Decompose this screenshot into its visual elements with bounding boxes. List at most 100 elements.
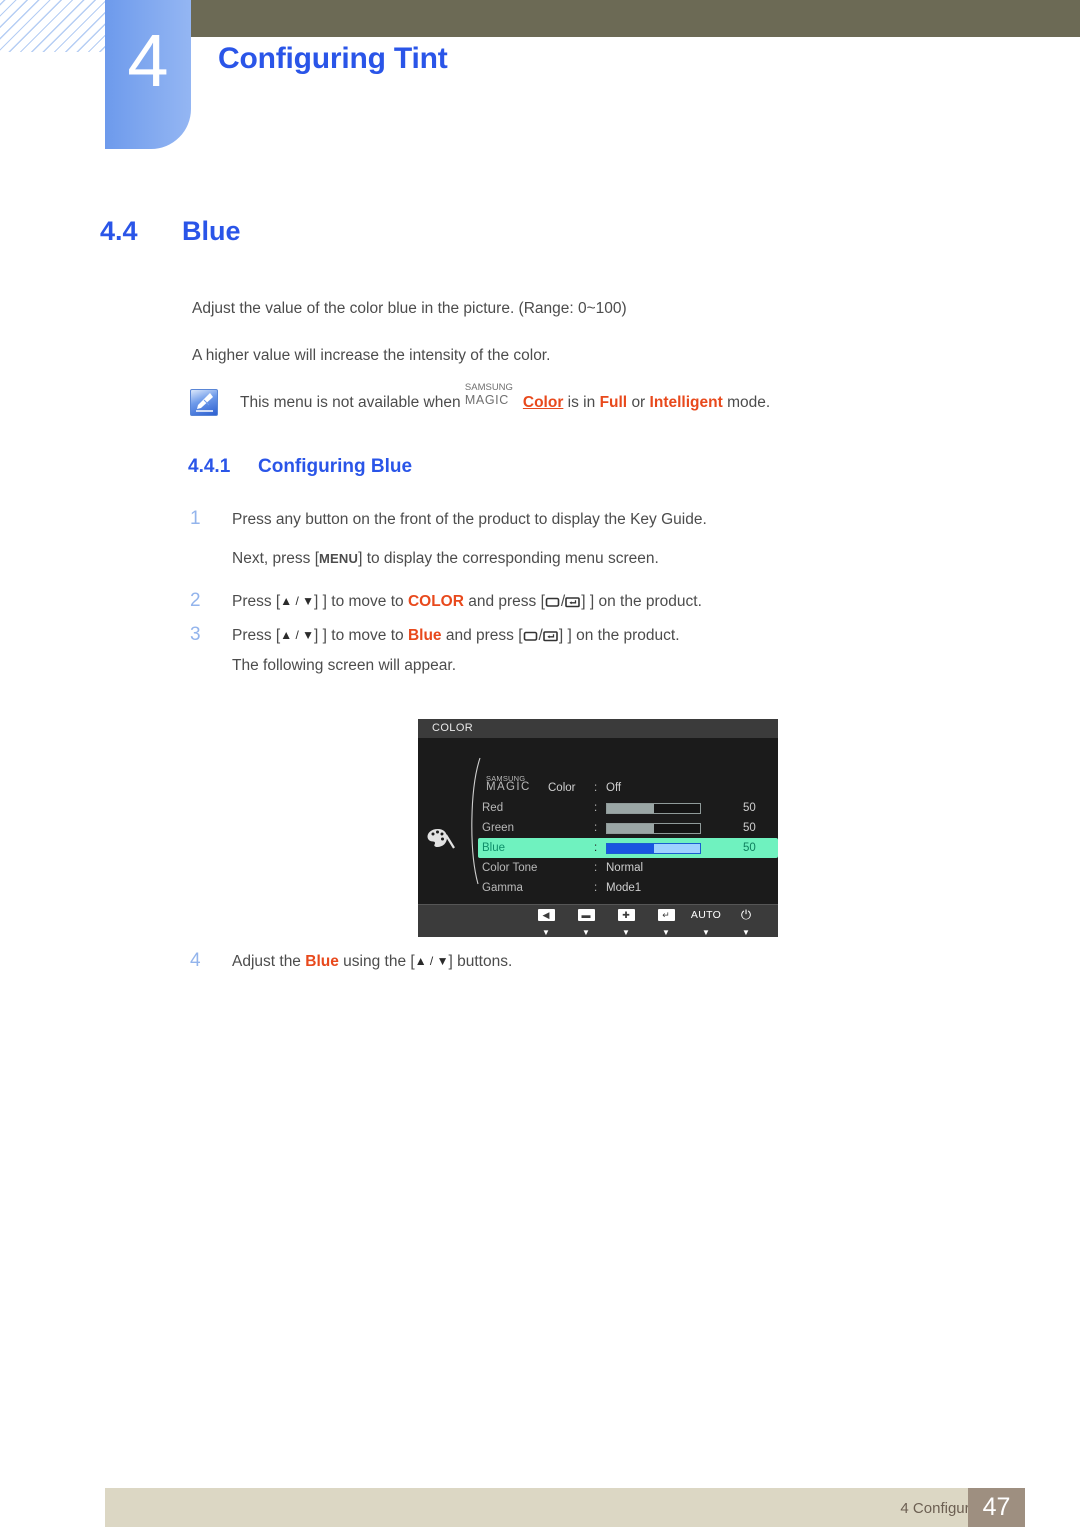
osd-colon: : bbox=[594, 822, 598, 834]
slash-separator: / bbox=[292, 628, 303, 642]
chapter-number: 4 bbox=[127, 19, 169, 102]
step-2-text: Press [▲ / ▼] ] to move to COLOR and pre… bbox=[232, 593, 702, 610]
back-icon: ◀ bbox=[526, 908, 566, 922]
down-triangle-icon: ▼ bbox=[302, 594, 315, 608]
auto-label: AUTO bbox=[690, 909, 722, 921]
osd-gamma-value: Mode1 bbox=[606, 882, 642, 894]
minus-key-box: ▬ bbox=[577, 909, 595, 921]
up-triangle-icon: ▲ bbox=[280, 628, 293, 642]
osd-red-slider-fill bbox=[607, 803, 654, 813]
osd-auto-key[interactable]: AUTO ▼ bbox=[686, 908, 726, 940]
osd-colortone-label: Color Tone bbox=[482, 862, 538, 874]
osd-row-blue[interactable]: Blue : 50 bbox=[478, 838, 778, 858]
down-triangle-icon: ▼ bbox=[436, 954, 449, 968]
magic-logo-osd: SAMSUNG MAGIC Color bbox=[482, 774, 594, 795]
osd-colortone-value: Normal bbox=[606, 862, 644, 874]
osd-blue-value: 50 bbox=[743, 842, 756, 854]
power-icon: ⏻ bbox=[740, 907, 752, 922]
document-page: 4 Configuring Tint 4.4 Blue Adjust the va… bbox=[0, 0, 1080, 1527]
osd-enter-key[interactable]: ↵ ▼ bbox=[646, 908, 686, 940]
hatch-decoration bbox=[0, 0, 112, 52]
slash-separator: / bbox=[292, 594, 303, 608]
menu-key-label: MENU bbox=[319, 551, 359, 566]
step-3-c: and press [ bbox=[445, 627, 523, 644]
plus-icon: ✚ bbox=[606, 908, 646, 922]
key-indicator-arrow: ▼ bbox=[542, 928, 550, 937]
up-triangle-icon: ▲ bbox=[414, 954, 427, 968]
mode-intelligent: Intelligent bbox=[649, 394, 723, 411]
source-key-icon bbox=[523, 629, 539, 647]
step-3: 3 Press [▲ / ▼] ] to move to Blue and pre… bbox=[190, 624, 680, 647]
enter-key-box: ↵ bbox=[657, 909, 675, 921]
mode-full: Full bbox=[599, 394, 628, 411]
step-2-a: Press [ bbox=[232, 593, 281, 610]
down-triangle-icon: ▼ bbox=[302, 628, 315, 642]
step-3-a: Press [ bbox=[232, 627, 281, 644]
step-3-b: ] to move to bbox=[322, 627, 404, 644]
enter-icon: ↵ bbox=[646, 908, 686, 922]
section-number: 4.4 bbox=[100, 216, 138, 246]
osd-row-green[interactable]: Green : 50 bbox=[478, 818, 778, 838]
osd-plus-key[interactable]: ✚ ▼ bbox=[606, 908, 646, 940]
step-2-d: ] on the product. bbox=[589, 593, 702, 610]
step-3-d: ] on the product. bbox=[567, 627, 680, 644]
osd-minus-key[interactable]: ▬ ▼ bbox=[566, 908, 606, 940]
osd-blue-slider[interactable] bbox=[606, 842, 701, 854]
magic-super: SAMSUNG bbox=[464, 382, 513, 393]
osd-magic-value: Off bbox=[606, 782, 622, 794]
osd-back-key[interactable]: ◀ ▼ bbox=[526, 908, 566, 940]
osd-colon: : bbox=[594, 862, 598, 874]
magic-color-word: Color bbox=[522, 394, 564, 411]
auto-label-wrap: AUTO bbox=[686, 908, 726, 922]
step-3-sub: The following screen will appear. bbox=[232, 657, 457, 674]
osd-blue-slider-fill bbox=[607, 843, 654, 853]
step-2-c: and press [ bbox=[468, 593, 545, 610]
step-4: 4 Adjust the Blue using the [▲ / ▼] butto… bbox=[190, 950, 512, 972]
step-2-number: 2 bbox=[190, 590, 201, 611]
subsection-title: Configuring Blue bbox=[258, 456, 413, 477]
osd-magic-label: SAMSUNG MAGIC Color bbox=[478, 774, 594, 798]
osd-row-gamma[interactable]: Gamma : Mode1 bbox=[478, 878, 778, 898]
chapter-tab: 4 bbox=[105, 0, 191, 149]
page-number-box: 47 bbox=[968, 1488, 1025, 1527]
step-1-number: 1 bbox=[190, 508, 201, 529]
step-4-highlight: Blue bbox=[305, 953, 339, 970]
osd-row-red[interactable]: Red : 50 bbox=[478, 798, 778, 818]
osd-colon: : bbox=[594, 802, 598, 814]
osd-blue-label: Blue bbox=[482, 842, 506, 854]
step-3-text: Press [▲ / ▼] ] to move to Blue and pres… bbox=[232, 627, 680, 644]
osd-colon: : bbox=[594, 882, 598, 894]
section-heading: 4.4 Blue bbox=[100, 216, 241, 247]
osd-power-key[interactable]: ⏻ ▼ bbox=[726, 907, 766, 940]
osd-title: COLOR bbox=[418, 719, 778, 738]
osd-red-value: 50 bbox=[743, 802, 756, 814]
chapter-title: Configuring Tint bbox=[218, 42, 448, 75]
osd-row-magic-color[interactable]: SAMSUNG MAGIC Color : Off bbox=[478, 774, 778, 798]
paragraph-range: Adjust the value of the color blue in th… bbox=[192, 300, 627, 317]
key-indicator-arrow: ▼ bbox=[742, 928, 750, 937]
osd-green-slider-fill bbox=[607, 823, 654, 833]
note-text-mid: is in bbox=[567, 394, 596, 411]
subsection-heading: 4.4.1 Configuring Blue bbox=[188, 456, 412, 478]
osd-green-slider[interactable] bbox=[606, 822, 701, 834]
up-triangle-icon: ▲ bbox=[280, 594, 293, 608]
step-1-sub: Next, press [MENU] to display the corres… bbox=[232, 550, 659, 568]
osd-rows: SAMSUNG MAGIC Color : Off Red : 50 Green… bbox=[478, 774, 778, 898]
section-title: Blue bbox=[182, 216, 241, 246]
key-indicator-arrow: ▼ bbox=[582, 928, 590, 937]
osd-green-value: 50 bbox=[743, 822, 756, 834]
osd-colon: : bbox=[594, 782, 598, 794]
step-1: 1 Press any button on the front of the pr… bbox=[190, 508, 707, 530]
step-1-text: Press any button on the front of the pro… bbox=[232, 511, 707, 528]
key-indicator-arrow: ▼ bbox=[622, 928, 630, 937]
osd-red-slider[interactable] bbox=[606, 802, 701, 814]
slash-separator: / bbox=[426, 954, 437, 968]
step-4-number: 4 bbox=[190, 950, 201, 971]
enter-key-icon bbox=[565, 595, 581, 613]
note-text-or: or bbox=[631, 394, 646, 411]
step-2-b: ] to move to bbox=[322, 593, 404, 610]
osd-footer-keys: ◀ ▼ ▬ ▼ ✚ ▼ ↵ ▼ AUTO ▼ ⏻ ▼ bbox=[418, 904, 778, 937]
magic-main: MAGIC bbox=[464, 393, 509, 407]
step-4-a: Adjust the bbox=[232, 953, 301, 970]
osd-row-color-tone[interactable]: Color Tone : Normal bbox=[478, 858, 778, 878]
